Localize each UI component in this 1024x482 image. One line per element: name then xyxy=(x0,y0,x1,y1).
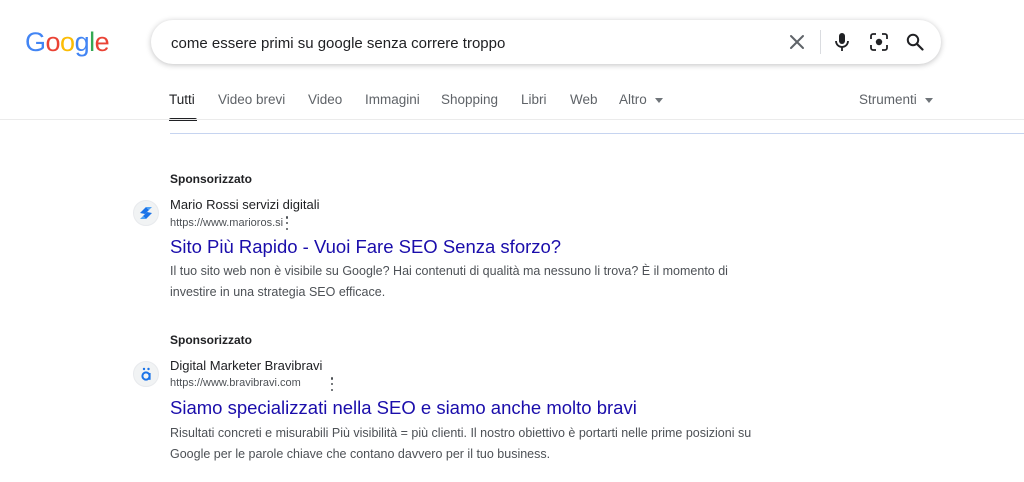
search-icon xyxy=(906,33,924,51)
search-box xyxy=(151,20,941,64)
ad-favicon[interactable] xyxy=(133,200,159,226)
ad-description-line: Google per le parole chiave che contano … xyxy=(170,447,551,461)
tab-altro[interactable]: Altro xyxy=(619,92,663,107)
caret-down-icon xyxy=(654,97,663,103)
ad-description-line: Il tuo sito web non è visibile su Google… xyxy=(170,264,728,278)
ad-description: Il tuo sito web non è visibile su Google… xyxy=(170,261,770,303)
tools-button[interactable]: Strumenti xyxy=(859,92,933,107)
search-input[interactable] xyxy=(169,30,773,56)
logo-letter-e: e xyxy=(94,27,110,57)
lens-icon xyxy=(870,33,888,51)
tab-video[interactable]: Video xyxy=(308,92,342,107)
more-options-button[interactable] xyxy=(283,216,291,230)
tab-label: Video brevi xyxy=(218,92,286,107)
dot xyxy=(285,227,289,230)
tab-immagini[interactable]: Immagini xyxy=(365,92,420,107)
lens-search-button[interactable] xyxy=(867,30,891,54)
header-divider xyxy=(0,119,1024,120)
voice-search-button[interactable] xyxy=(830,30,854,54)
tab-label: Libri xyxy=(521,92,547,107)
search-divider xyxy=(820,30,821,54)
tab-shopping[interactable]: Shopping xyxy=(441,92,498,107)
tab-label: Shopping xyxy=(441,92,499,107)
ad-description: Risultati concreti e misurabili Più visi… xyxy=(170,423,770,465)
ad-title-link[interactable]: Siamo specializzati nella SEO e siamo an… xyxy=(170,397,637,419)
tools-label: Strumenti xyxy=(859,92,917,107)
clear-button[interactable] xyxy=(785,30,809,54)
tab-label: Video xyxy=(308,92,343,107)
ad-description-line: Risultati concreti e misurabili Più visi… xyxy=(170,426,752,440)
dot xyxy=(330,388,334,391)
tab-tutti[interactable]: Tutti xyxy=(169,92,197,121)
ad-site-name[interactable]: Digital Marketer Bravibravi xyxy=(170,358,322,373)
dot xyxy=(285,221,289,225)
tab-label: Immagini xyxy=(365,92,420,107)
tab-video-brevi[interactable]: Video brevi xyxy=(218,92,285,107)
tab-label: Altro xyxy=(619,92,647,107)
ad-url[interactable]: https://www.marioros.si xyxy=(170,217,283,229)
sponsored-label: Sponsorizzato xyxy=(170,333,253,347)
ad-title-link[interactable]: Sito Più Rapido - Vuoi Fare SEO Senza sf… xyxy=(170,236,561,258)
logo-letter-o1: o xyxy=(45,27,61,57)
tab-libri[interactable]: Libri xyxy=(521,92,547,107)
logo-letter-g: G xyxy=(25,27,46,57)
tab-label: Web xyxy=(570,92,598,107)
blue-arrows-icon xyxy=(140,207,152,219)
tab-web[interactable]: Web xyxy=(570,92,598,107)
tab-label: Tutti xyxy=(169,92,195,107)
logo-letter-g2: g xyxy=(74,27,90,57)
microphone-icon xyxy=(835,33,849,51)
google-logo[interactable]: Google xyxy=(25,27,110,58)
search-button[interactable] xyxy=(903,30,927,54)
close-icon xyxy=(790,35,804,49)
ad-site-name[interactable]: Mario Rossi servizi digitali xyxy=(170,197,320,212)
more-options-button[interactable] xyxy=(328,377,336,391)
logo-letter-o2: o xyxy=(60,27,75,57)
ad-description-line: investire in una strategia SEO efficace. xyxy=(170,285,386,299)
dot xyxy=(330,382,334,386)
dot xyxy=(285,216,289,219)
ad-url[interactable]: https://www.bravibravi.com xyxy=(170,377,301,389)
a-umlaut-icon xyxy=(141,367,151,381)
results-top-line xyxy=(170,133,1024,134)
sponsored-label: Sponsorizzato xyxy=(170,172,253,186)
caret-down-icon xyxy=(924,97,933,103)
ad-favicon[interactable] xyxy=(133,361,159,387)
dot xyxy=(330,377,334,380)
